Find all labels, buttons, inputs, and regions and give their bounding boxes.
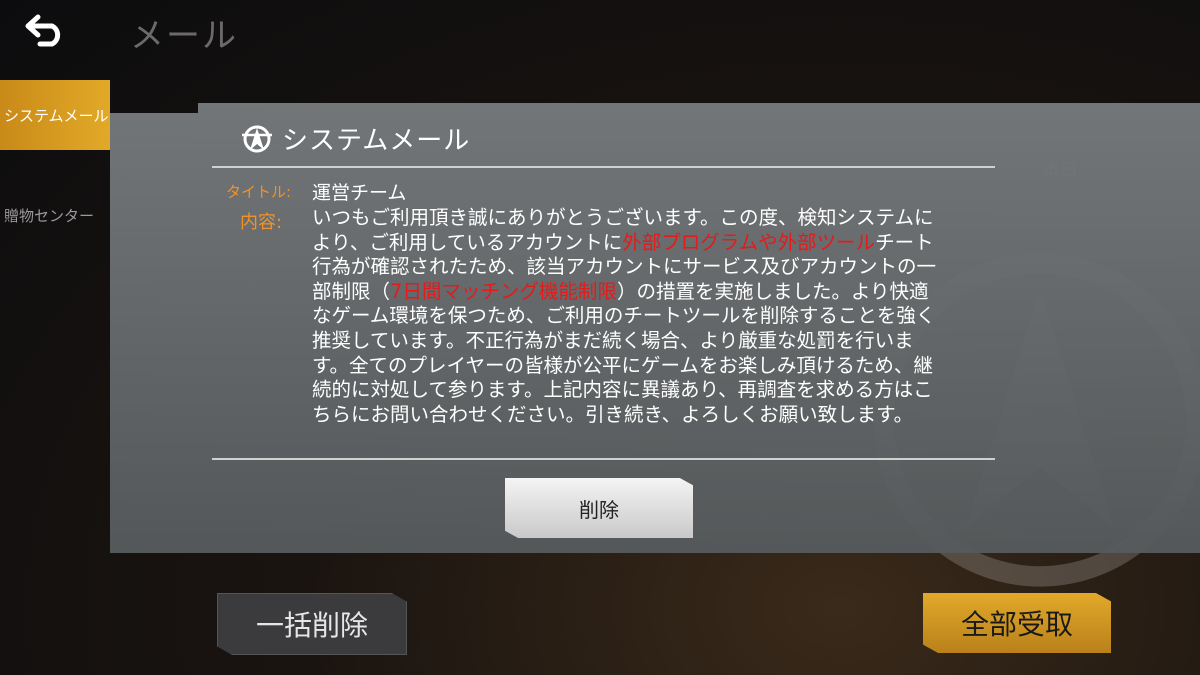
back-button[interactable] (18, 8, 74, 52)
dialog-divider-bottom (212, 458, 995, 460)
sidebar-item-system-mail[interactable]: システムメール (0, 80, 110, 150)
highlighted-text: 外部プログラムや外部ツール (622, 230, 876, 254)
content-label: 内容: (240, 212, 283, 233)
highlighted-text: 7日間マッチング機能制限 (390, 279, 617, 303)
sidebar-item-gift-center[interactable]: 贈物センター (0, 180, 110, 250)
dialog-header: システムメール (240, 120, 470, 157)
system-emblem-icon (242, 125, 272, 152)
top-bar: メール (0, 0, 1200, 62)
bulk-delete-button[interactable]: 一括削除 (217, 593, 407, 655)
mail-body[interactable]: いつもご利用頂き誠にありがとうございます。この度、検知システムにより、ご利用して… (312, 206, 944, 424)
dialog-title: システムメール (282, 126, 471, 156)
sidebar: システムメール 贈物センター (0, 80, 110, 580)
subject-label: タイトル: (226, 183, 292, 201)
back-arrow-icon (25, 14, 61, 47)
dialog-divider-top (212, 166, 995, 168)
mail-subject: 運営チーム (312, 182, 407, 204)
delete-button[interactable]: 削除 (505, 478, 693, 538)
page-title: メール (130, 16, 238, 56)
receive-all-button[interactable]: 全部受取 (923, 593, 1111, 653)
